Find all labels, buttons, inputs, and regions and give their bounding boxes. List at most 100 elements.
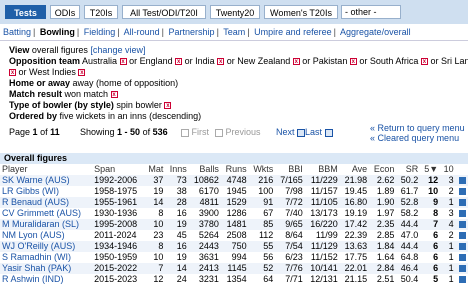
play-icon[interactable] [459,221,466,229]
return-query-link[interactable]: « Return to query menu [370,123,465,133]
player-name-link[interactable]: Yasir Shah (PAK) [0,263,93,274]
col-bbi[interactable]: BBI [275,164,305,175]
nav-team[interactable]: Team [223,27,245,37]
table-cell: 216 [248,175,276,186]
tab-t20is[interactable]: T20Is [84,5,118,19]
other-format-select[interactable]: - other - [341,5,401,19]
table-cell: 6170 [198,186,219,196]
table-cell: 1481 [220,219,249,230]
play-icon[interactable] [459,276,466,284]
col-mat[interactable]: Mat [144,164,166,175]
col-span[interactable]: Span [92,164,145,175]
col-player[interactable]: Player [0,164,93,175]
nav-bowling[interactable]: Bowling [40,27,75,37]
remove-icon[interactable]: x [292,58,300,66]
tab-odis[interactable]: ODIs [50,5,80,19]
row-expand-cell [455,197,468,208]
player-name-link[interactable]: CV Grimmett (AUS) [0,208,92,219]
table-cell: 21.98 [339,175,370,186]
tab-twenty20[interactable]: Twenty20 [210,5,260,19]
play-icon[interactable] [459,243,466,251]
bowling-stats-table: Player Span Mat Inns Balls Runs Wkts BBI… [0,164,468,285]
play-icon[interactable] [459,177,466,185]
table-cell: 2.84 [369,263,397,274]
table-cell: 6 [433,252,439,262]
player-name-link[interactable]: NM Lyon (AUS) [0,230,92,241]
table-cell: 50.4 [400,274,419,284]
table-cell: 23 [153,230,164,240]
player-name-link[interactable]: SK Warne (AUS) [0,175,93,186]
first-page-link[interactable]: First [181,127,209,137]
play-icon[interactable] [459,188,466,196]
col-balls[interactable]: Balls [188,164,221,175]
remove-icon[interactable]: x [9,69,16,77]
table-cell: 994 [231,252,247,262]
table-row: R Benaud (AUS) 1955-1961 14 28 4811 1529 91 7/7… [0,197,468,208]
play-icon[interactable] [459,199,466,207]
col-sr[interactable]: SR [396,164,421,175]
play-icon[interactable] [459,254,466,262]
nav-all-round[interactable]: All-round [124,27,160,37]
table-cell: 37 [144,175,166,186]
previous-page-link[interactable]: Previous [215,127,261,137]
next-page-link[interactable]: Next [276,127,306,137]
player-name-link[interactable]: R Ashwin (IND) [0,274,92,285]
player-name-link[interactable]: S Ramadhin (WI) [0,252,92,263]
row-expand-cell [456,252,468,263]
cleared-query-link[interactable]: « Cleared query menu [370,133,459,143]
remove-icon[interactable]: x [349,58,357,66]
table-cell: 10 [428,186,439,196]
col-wkts[interactable]: Wkts [248,164,276,175]
col-five[interactable]: 5▼ [420,164,441,175]
table-cell: 12 [420,175,441,186]
play-icon[interactable] [459,265,466,273]
col-runs[interactable]: Runs [220,164,249,175]
remove-icon[interactable]: x [175,58,183,66]
table-cell: 21.15 [344,274,368,284]
col-ten[interactable]: 10 [440,164,456,175]
player-name-link[interactable]: R Benaud (AUS) [0,197,93,208]
remove-icon[interactable]: x [78,69,86,77]
col-inns[interactable]: Inns [165,164,189,175]
table-cell: 5264 [198,230,219,240]
row-expand-cell [456,230,468,241]
change-view-link[interactable]: [change view] [90,45,145,55]
remove-icon[interactable]: x [164,102,172,110]
player-name-link[interactable]: WJ O'Reilly (AUS) [0,241,93,252]
nav-aggregate[interactable]: Aggregate/overall [340,27,411,37]
play-icon[interactable] [459,210,466,218]
remove-icon[interactable]: x [119,58,127,66]
table-cell: 7/76 [275,263,305,274]
table-cell: 3 [440,175,456,186]
table-cell: 112 [258,230,274,240]
table-row: R Ashwin (IND) 2015-2023 12 24 3231 1354 64 7/7… [0,274,468,285]
table-cell: 19 [176,252,187,262]
table-cell: 1529 [220,197,249,208]
table-cell: 52.8 [396,197,421,208]
row-expand-cell [455,219,468,230]
player-name-link[interactable]: M Muralidaran (SL) [0,219,93,230]
divider [0,40,468,41]
play-icon[interactable] [459,232,466,240]
tab-tests[interactable]: Tests [5,5,46,19]
player-name-link[interactable]: LR Gibbs (WI) [0,186,92,197]
col-bbm[interactable]: BBM [304,164,340,175]
nav-batting[interactable]: Batting [3,27,31,37]
nav-umpire[interactable]: Umpire and referee [254,27,332,37]
remove-icon[interactable]: x [217,58,225,66]
nav-partnership[interactable]: Partnership [169,27,215,37]
last-page-link[interactable]: Last [305,127,333,137]
remove-icon[interactable]: x [110,91,118,99]
col-ave[interactable]: Ave [339,164,370,175]
table-cell: 16.80 [339,197,370,208]
table-cell: 1945 [226,186,247,196]
query-home-away: Home or away away (home of opposition) [9,78,179,88]
table-cell: 44.4 [396,241,421,252]
remove-icon[interactable]: x [420,58,428,66]
tab-womens-t20is[interactable]: Women's T20Is [264,5,338,19]
nav-fielding[interactable]: Fielding [84,27,116,37]
table-cell: 10 [153,252,164,262]
table-row: S Ramadhin (WI) 1950-1959 10 19 3631 994 56 6/2… [0,252,468,263]
col-econ[interactable]: Econ [369,164,397,175]
tab-all-formats[interactable]: All Test/ODI/T20I [122,5,206,19]
